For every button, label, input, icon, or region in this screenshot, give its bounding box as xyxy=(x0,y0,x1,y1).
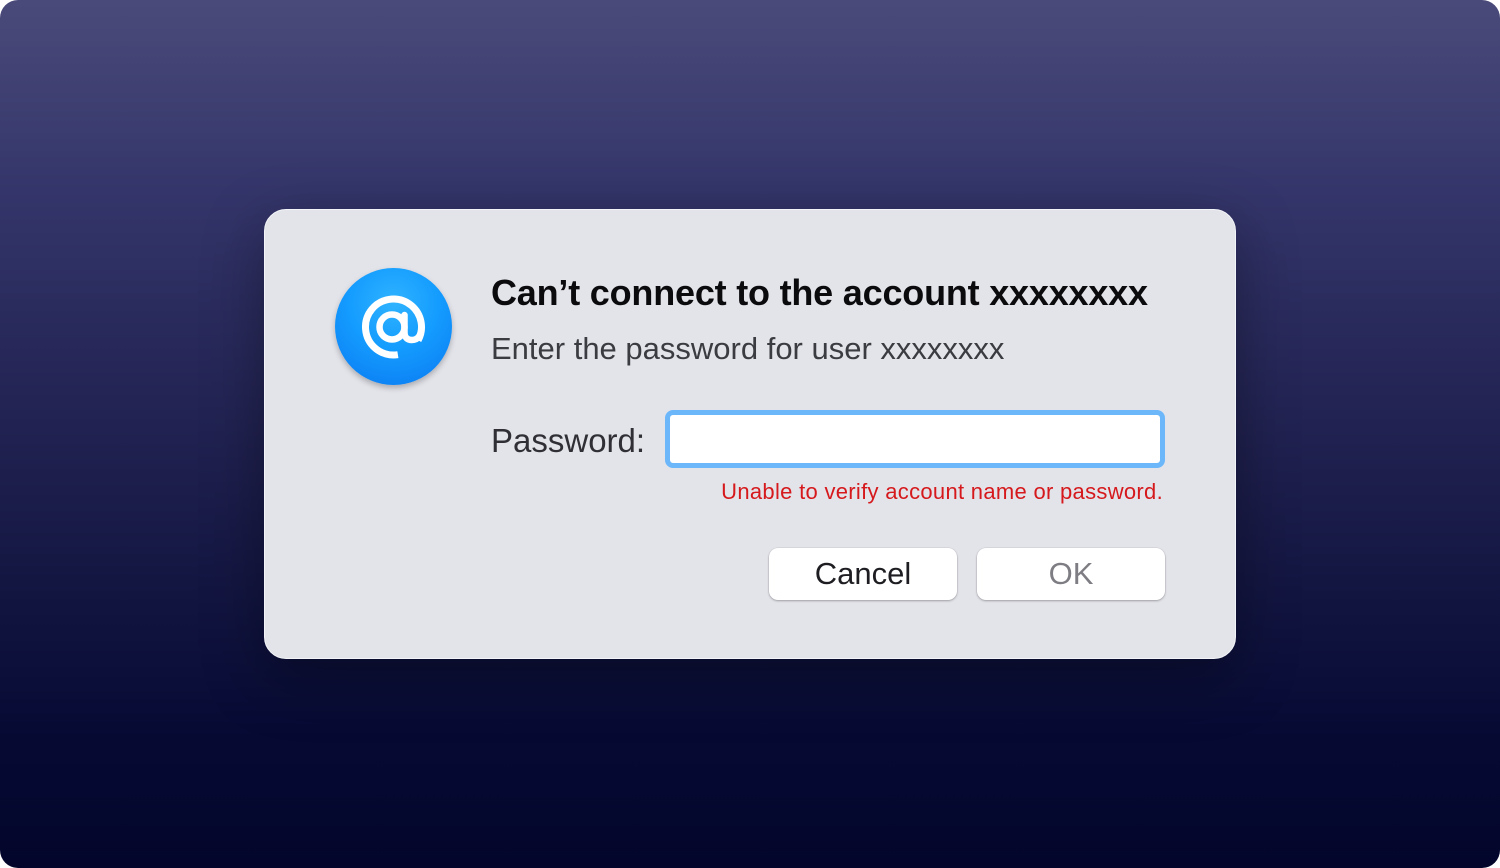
cancel-button[interactable]: Cancel xyxy=(769,548,957,600)
ok-button[interactable]: OK xyxy=(977,548,1165,600)
error-message: Unable to verify account name or passwor… xyxy=(721,479,1163,504)
dialog-subtitle: Enter the password for user xxxxxxxx xyxy=(491,331,1005,366)
password-label: Password: xyxy=(491,422,646,459)
login-error-dialog: Can’t connect to the account xxxxxxxx En… xyxy=(264,209,1236,659)
desktop-background: Can’t connect to the account xxxxxxxx En… xyxy=(0,0,1500,868)
dialog-title: Can’t connect to the account xxxxxxxx xyxy=(491,272,1148,313)
at-sign-icon xyxy=(335,268,452,385)
password-field[interactable] xyxy=(665,410,1165,468)
